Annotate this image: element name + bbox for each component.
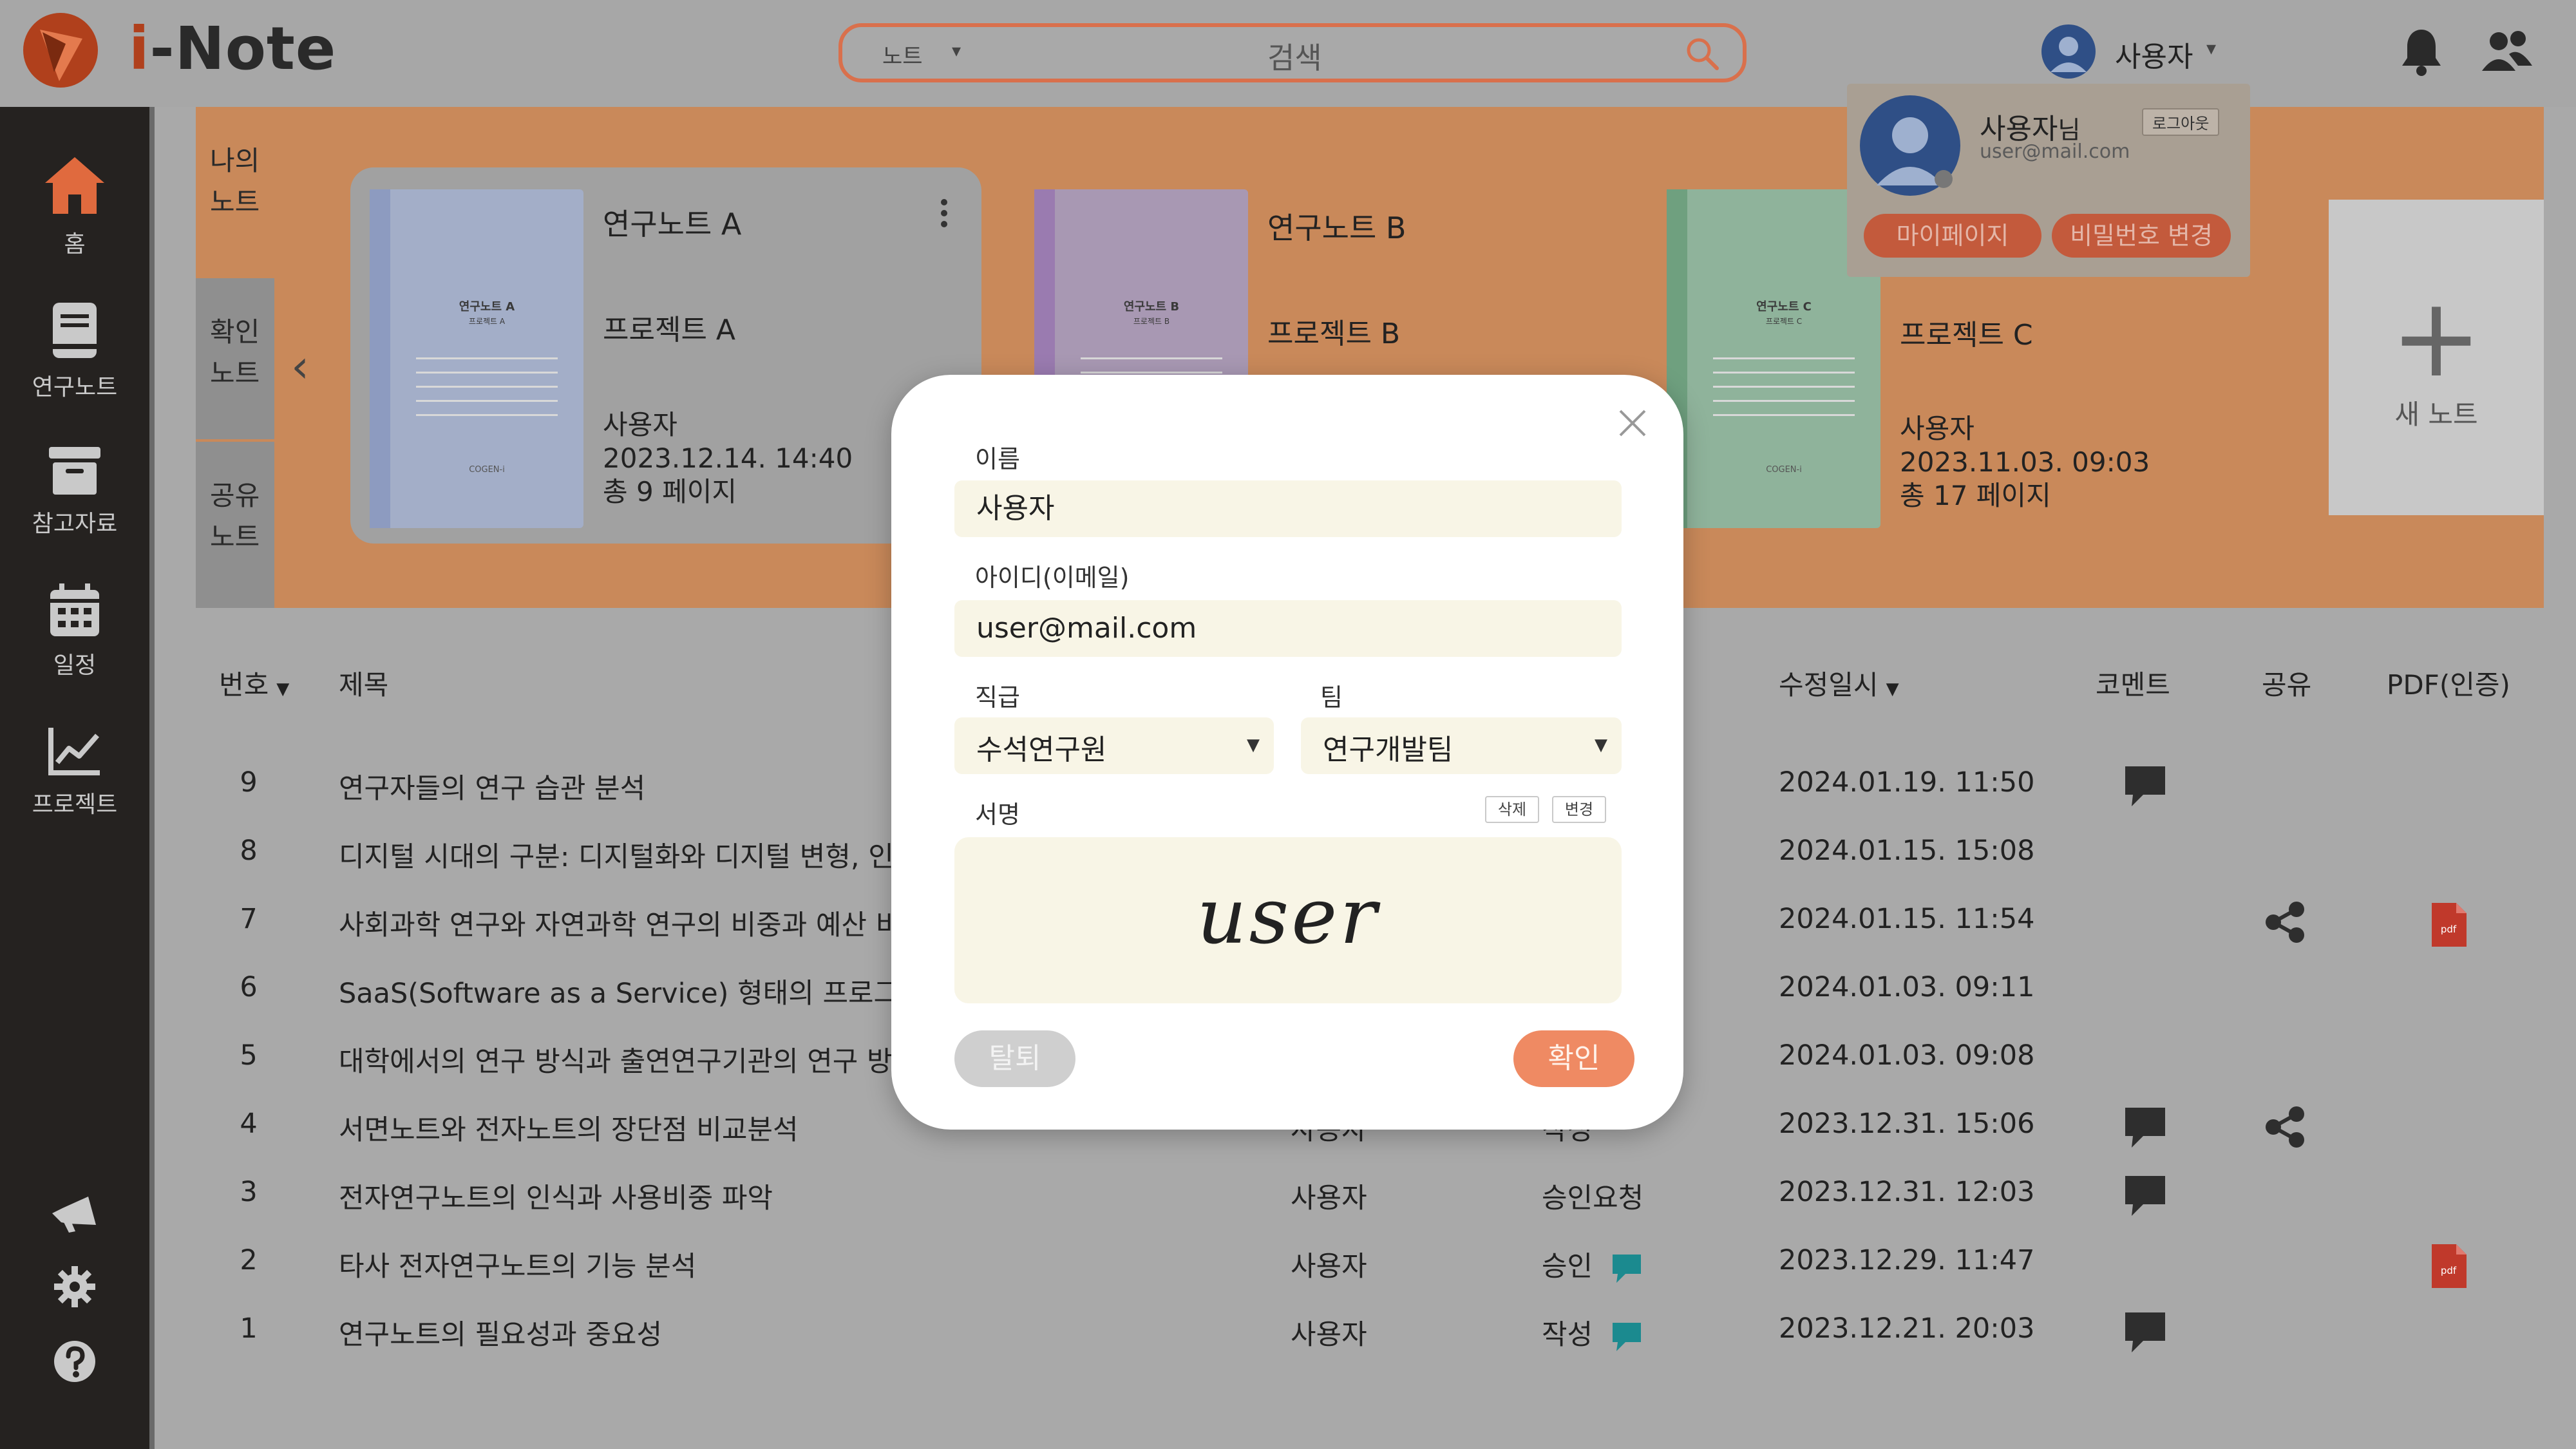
chevron-down-icon: ▼ — [1247, 735, 1260, 755]
id-label: 아이디(이메일) — [975, 564, 1130, 592]
email-field[interactable]: user@mail.com — [954, 600, 1622, 657]
delete-signature-button[interactable]: 삭제 — [1485, 796, 1539, 823]
chevron-down-icon: ▼ — [1595, 735, 1607, 755]
change-signature-button[interactable]: 변경 — [1552, 796, 1606, 823]
profile-edit-modal: 이름 사용자 아이디(이메일) user@mail.com 직급 수석연구원 ▼… — [891, 375, 1683, 1130]
position-label: 직급 — [975, 683, 1020, 712]
position-value: 수석연구원 — [976, 734, 1107, 766]
team-value: 연구개발팀 — [1323, 734, 1454, 766]
signature-image: user — [1197, 872, 1379, 961]
confirm-button[interactable]: 확인 — [1513, 1030, 1634, 1087]
signature-pad[interactable]: user — [954, 837, 1622, 1003]
name-label: 이름 — [975, 445, 1020, 473]
position-select[interactable]: 수석연구원 ▼ — [954, 717, 1274, 774]
withdraw-button[interactable]: 탈퇴 — [954, 1030, 1075, 1087]
name-field[interactable]: 사용자 — [954, 480, 1622, 537]
team-select[interactable]: 연구개발팀 ▼ — [1301, 717, 1622, 774]
close-icon[interactable] — [1616, 407, 1649, 439]
team-label: 팀 — [1320, 683, 1343, 712]
signature-label: 서명 — [975, 800, 1020, 829]
